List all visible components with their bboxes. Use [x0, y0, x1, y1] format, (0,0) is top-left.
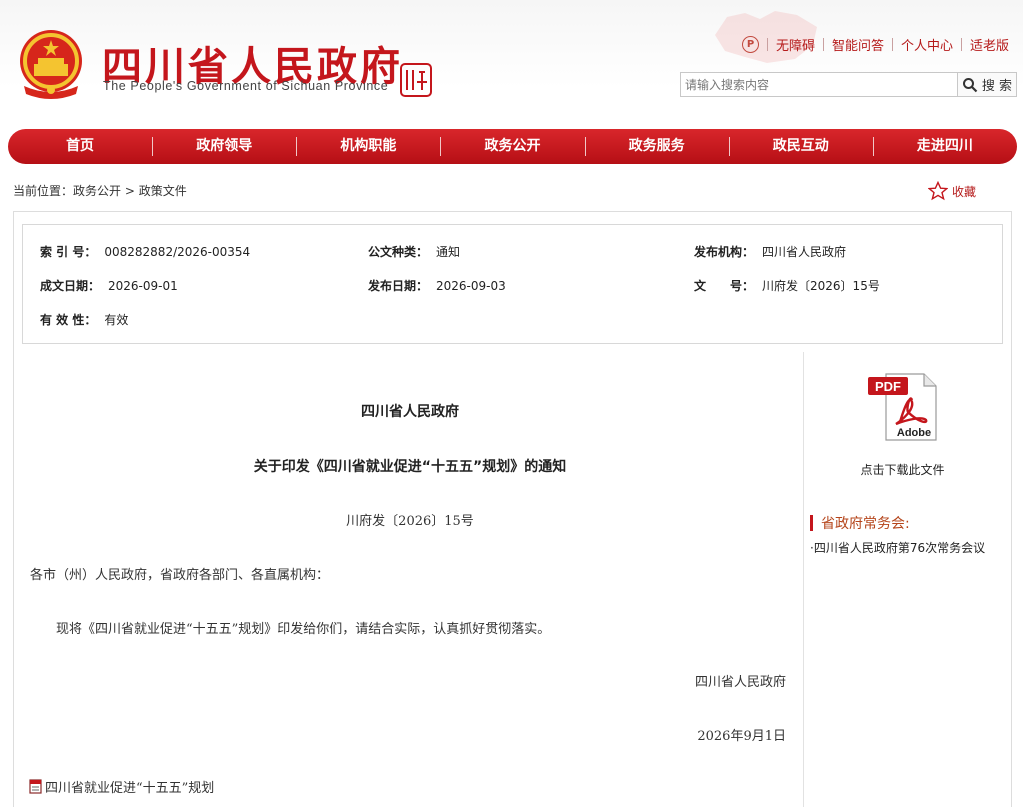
pdf-brand-text: Adobe — [897, 427, 931, 439]
breadcrumb-item-policy-docs[interactable]: 政策文件 — [139, 184, 187, 198]
breadcrumb-prefix: 当前位置： — [13, 184, 74, 198]
sidebar-item-meeting[interactable]: ·四川省人民政府第76次常务会议 — [810, 539, 985, 556]
article-signature: 四川省人民政府 — [694, 675, 786, 690]
search-button-label: 搜 索 — [981, 79, 1013, 94]
breadcrumb-separator: > — [124, 184, 135, 198]
nav-item-services[interactable]: 政务服务 — [584, 129, 729, 164]
meta-issuer-value: 四川省人民政府 — [762, 245, 847, 259]
meta-doc-no-value: 川府发〔2026〕15号 — [762, 279, 880, 293]
article-salutation: 各市（州）人民政府，省政府各部门、各直属机构： — [30, 568, 330, 583]
article-title: 关于印发《四川省就业促进“十五五”规划》的通知 — [253, 459, 567, 475]
favorite-button[interactable]: 收藏 — [928, 181, 976, 201]
favorite-label: 收藏 — [952, 184, 977, 199]
meta-created-date-value: 2026-09-01 — [108, 279, 178, 293]
meta-validity-value: 有效 — [104, 313, 129, 327]
breadcrumb: 当前位置：政务公开 > 政策文件 — [13, 182, 187, 199]
search-button[interactable]: 搜 索 — [958, 72, 1017, 97]
breadcrumb-item-public-affairs[interactable]: 政务公开 — [73, 184, 121, 198]
meta-publish-date-value: 2026-09-03 — [436, 279, 506, 293]
site-subtitle: The People's Government of Sichuan Provi… — [103, 79, 389, 93]
meta-doc-no: 文 号： 川府发〔2026〕15号 — [694, 277, 880, 294]
meta-validity-key: 有 效 性： — [40, 313, 97, 327]
nav-item-interaction[interactable]: 政民互动 — [728, 129, 873, 164]
meta-doc-type-key: 公文种类： — [368, 245, 429, 259]
accessibility-logo-icon[interactable]: P — [742, 35, 759, 53]
download-file-link[interactable]: 点击下载此文件 — [820, 461, 985, 478]
divider — [961, 37, 963, 51]
nav-item-functions[interactable]: 机构职能 — [296, 129, 440, 164]
sidebar-section-title: 省政府常务会: — [810, 513, 910, 533]
seal-logo-icon — [400, 63, 432, 97]
meta-index-no-key: 索 引 号： — [40, 245, 97, 259]
meta-index-no-value: 008282882/2026-00354 — [104, 245, 251, 259]
meta-issuer: 发布机构： 四川省人民政府 — [694, 243, 846, 260]
site-header: 四川省人民政府 The People's Government of Sichu… — [0, 0, 1023, 125]
accessibility-link[interactable]: 无障碍 — [776, 35, 815, 54]
nav-item-leaders[interactable]: 政府领导 — [152, 129, 296, 164]
nav-item-about-sichuan[interactable]: 走进四川 — [872, 129, 1017, 164]
document-icon — [29, 779, 42, 794]
article-date: 2026年9月1日 — [697, 729, 786, 744]
column-divider — [803, 352, 804, 807]
nav-item-home[interactable]: 首页 — [8, 129, 152, 164]
smart-qa-link[interactable]: 智能问答 — [832, 35, 884, 54]
article-doc-number: 川府发〔2026〕15号 — [346, 514, 474, 529]
meta-created-date: 成文日期： 2026-09-01 — [40, 277, 178, 294]
meta-index-no: 索 引 号： 008282882/2026-00354 — [40, 243, 250, 260]
nav-item-public-affairs[interactable]: 政务公开 — [440, 129, 584, 164]
main-nav: 首页 政府领导 机构职能 政务公开 政务服务 政民互动 走进四川 — [8, 129, 1017, 164]
divider — [823, 37, 825, 51]
star-icon — [928, 181, 948, 201]
attachment-link[interactable]: 四川省就业促进“十五五”规划 — [29, 777, 214, 796]
pdf-badge-text: PDF — [875, 379, 901, 394]
top-links: P 无障碍 智能问答 个人中心 适老版 — [742, 35, 1009, 54]
meta-validity: 有 效 性： 有效 — [40, 311, 128, 328]
meta-created-date-key: 成文日期： — [40, 279, 101, 293]
meta-doc-type: 公文种类： 通知 — [368, 243, 460, 260]
section-marker — [810, 515, 813, 531]
national-emblem-icon — [20, 30, 82, 99]
search-icon — [962, 77, 978, 92]
elder-mode-link[interactable]: 适老版 — [970, 35, 1009, 54]
meta-issuer-key: 发布机构： — [694, 245, 755, 259]
document-meta-table: 索 引 号： 008282882/2026-00354 公文种类： 通知 发布机构：… — [22, 224, 1003, 344]
sidebar-section-title-text: 省政府常务会: — [821, 516, 910, 532]
search-input[interactable]: 请输入搜索内容 — [680, 72, 958, 97]
attachment-label: 四川省就业促进“十五五”规划 — [45, 781, 215, 796]
pdf-download-icon[interactable]: PDF Adobe — [866, 372, 940, 442]
divider — [892, 37, 894, 51]
meta-publish-date: 发布日期： 2026-09-03 — [368, 277, 506, 294]
meta-doc-type-value: 通知 — [436, 245, 461, 259]
meta-doc-no-key: 文 号： — [694, 279, 755, 293]
article-issuing-org: 四川省人民政府 — [361, 404, 459, 420]
article-body: 现将《四川省就业促进“十五五”规划》印发给你们，请结合实际，认真抓好贯彻落实。 — [56, 622, 551, 637]
personal-center-link[interactable]: 个人中心 — [901, 35, 953, 54]
divider — [767, 37, 768, 51]
meta-publish-date-key: 发布日期： — [368, 279, 429, 293]
